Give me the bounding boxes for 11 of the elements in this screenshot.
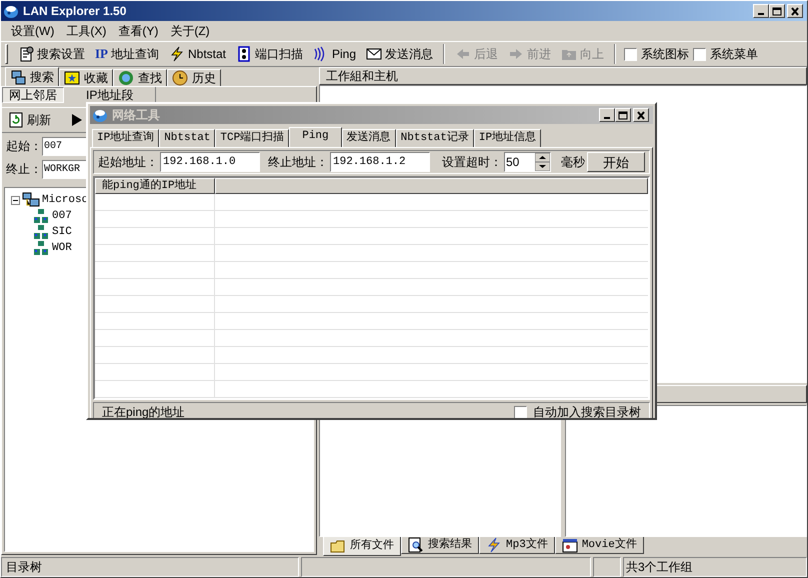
field-label: 起始： <box>6 138 42 155</box>
field-label: 设置超时： <box>442 154 502 171</box>
window-title: LAN Explorer 1.50 <box>23 3 126 20</box>
status-text: 目录树 <box>1 557 299 577</box>
panel-header: 工作組和主机 <box>319 67 807 85</box>
unit-label: 毫秒 <box>561 154 585 171</box>
field-label: 起始地址： <box>98 154 158 171</box>
dialog-title: 网络工具 <box>112 107 160 124</box>
field-label: 终止： <box>6 161 42 178</box>
field-label: 终止地址： <box>268 154 328 171</box>
status-text: 共3个工作组 <box>623 557 807 577</box>
